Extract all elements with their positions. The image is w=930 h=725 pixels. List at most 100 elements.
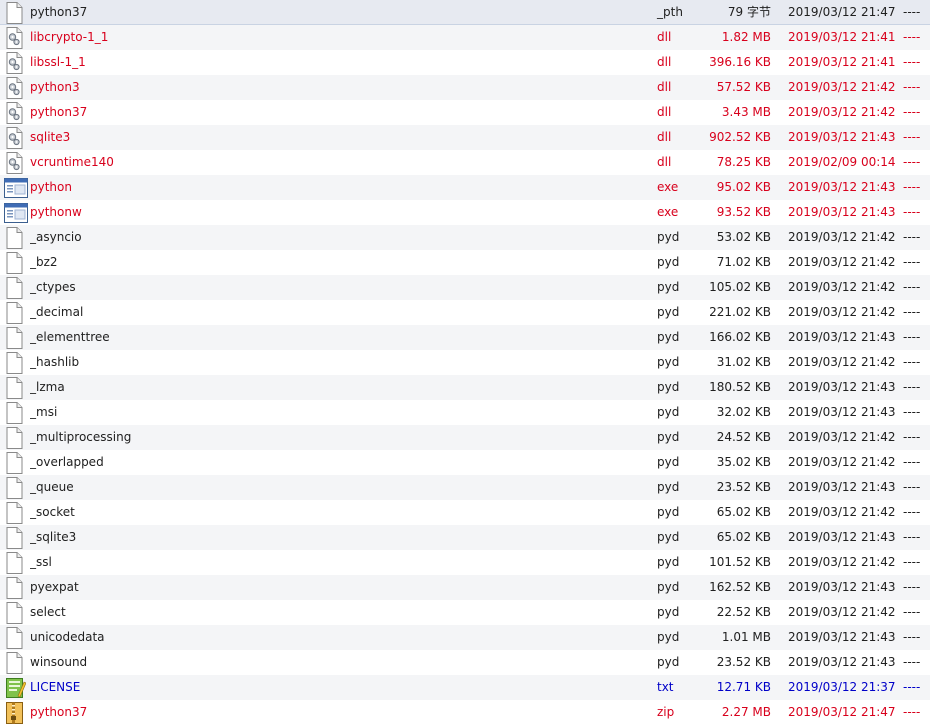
file-name: _bz2 bbox=[30, 255, 58, 269]
file-size: 162.52 KB bbox=[709, 580, 771, 594]
file-attributes: ---- bbox=[903, 405, 921, 419]
file-date: 2019/03/12 21:43 bbox=[788, 180, 896, 194]
exe-icon bbox=[4, 200, 28, 225]
file-name: _elementtree bbox=[30, 330, 110, 344]
file-row[interactable]: _elementtree pyd 166.02 KB 2019/03/12 21… bbox=[0, 325, 930, 350]
exe-icon bbox=[4, 175, 28, 200]
file-attributes: ---- bbox=[903, 205, 921, 219]
file-row[interactable]: libssl-1_1 dll 396.16 KB 2019/03/12 21:4… bbox=[0, 50, 930, 75]
file-size: 221.02 KB bbox=[709, 305, 771, 319]
dll-icon bbox=[4, 125, 26, 150]
file-size: 12.71 KB bbox=[716, 680, 771, 694]
file-row[interactable]: python37 _pth 79 字节 2019/03/12 21:47 ---… bbox=[0, 0, 930, 25]
file-size: 105.02 KB bbox=[709, 280, 771, 294]
file-date: 2019/03/12 21:42 bbox=[788, 430, 896, 444]
file-date: 2019/03/12 21:42 bbox=[788, 305, 896, 319]
file-name: python37 bbox=[30, 705, 88, 719]
file-name: _sqlite3 bbox=[30, 530, 77, 544]
file-row[interactable]: _msi pyd 32.02 KB 2019/03/12 21:43 ---- bbox=[0, 400, 930, 425]
file-row[interactable]: _bz2 pyd 71.02 KB 2019/03/12 21:42 ---- bbox=[0, 250, 930, 275]
file-icon bbox=[4, 400, 26, 425]
file-row[interactable]: select pyd 22.52 KB 2019/03/12 21:42 ---… bbox=[0, 600, 930, 625]
file-date: 2019/03/12 21:43 bbox=[788, 205, 896, 219]
file-row[interactable]: libcrypto-1_1 dll 1.82 MB 2019/03/12 21:… bbox=[0, 25, 930, 50]
file-name: _asyncio bbox=[30, 230, 82, 244]
file-attributes: ---- bbox=[903, 180, 921, 194]
file-attributes: ---- bbox=[903, 105, 921, 119]
file-size: 93.52 KB bbox=[716, 205, 771, 219]
file-name: _ssl bbox=[30, 555, 52, 569]
file-date: 2019/03/12 21:41 bbox=[788, 55, 896, 69]
file-row[interactable]: _asyncio pyd 53.02 KB 2019/03/12 21:42 -… bbox=[0, 225, 930, 250]
file-size: 22.52 KB bbox=[716, 605, 771, 619]
file-row[interactable]: _multiprocessing pyd 24.52 KB 2019/03/12… bbox=[0, 425, 930, 450]
file-size: 2.27 MB bbox=[721, 705, 771, 719]
dll-icon bbox=[4, 100, 26, 125]
file-row[interactable]: LICENSE txt 12.71 KB 2019/03/12 21:37 --… bbox=[0, 675, 930, 700]
file-attributes: ---- bbox=[903, 680, 921, 694]
file-size: 65.02 KB bbox=[716, 530, 771, 544]
file-size: 32.02 KB bbox=[716, 405, 771, 419]
file-size: 166.02 KB bbox=[709, 330, 771, 344]
file-icon bbox=[4, 325, 26, 350]
file-row[interactable]: sqlite3 dll 902.52 KB 2019/03/12 21:43 -… bbox=[0, 125, 930, 150]
file-name: LICENSE bbox=[30, 680, 81, 694]
file-name: _lzma bbox=[30, 380, 65, 394]
file-row[interactable]: _lzma pyd 180.52 KB 2019/03/12 21:43 ---… bbox=[0, 375, 930, 400]
file-name: python3 bbox=[30, 80, 80, 94]
file-date: 2019/03/12 21:43 bbox=[788, 580, 896, 594]
file-row[interactable]: _decimal pyd 221.02 KB 2019/03/12 21:42 … bbox=[0, 300, 930, 325]
file-row[interactable]: _queue pyd 23.52 KB 2019/03/12 21:43 ---… bbox=[0, 475, 930, 500]
file-attributes: ---- bbox=[903, 255, 921, 269]
file-icon bbox=[4, 0, 26, 25]
file-size: 95.02 KB bbox=[716, 180, 771, 194]
file-row[interactable]: _sqlite3 pyd 65.02 KB 2019/03/12 21:43 -… bbox=[0, 525, 930, 550]
file-date: 2019/02/09 00:14 bbox=[788, 155, 896, 169]
file-size: 71.02 KB bbox=[716, 255, 771, 269]
file-icon bbox=[4, 225, 26, 250]
dll-icon bbox=[4, 50, 26, 75]
file-row[interactable]: python3 dll 57.52 KB 2019/03/12 21:42 --… bbox=[0, 75, 930, 100]
file-icon bbox=[4, 450, 26, 475]
txt-icon bbox=[4, 675, 26, 700]
file-list[interactable]: python37 _pth 79 字节 2019/03/12 21:47 ---… bbox=[0, 0, 930, 725]
file-attributes: ---- bbox=[903, 430, 921, 444]
file-row[interactable]: _ctypes pyd 105.02 KB 2019/03/12 21:42 -… bbox=[0, 275, 930, 300]
file-row[interactable]: _hashlib pyd 31.02 KB 2019/03/12 21:42 -… bbox=[0, 350, 930, 375]
dll-icon bbox=[4, 25, 26, 50]
file-size: 35.02 KB bbox=[716, 455, 771, 469]
file-size: 53.02 KB bbox=[716, 230, 771, 244]
file-date: 2019/03/12 21:43 bbox=[788, 530, 896, 544]
file-attributes: ---- bbox=[903, 55, 921, 69]
file-date: 2019/03/12 21:43 bbox=[788, 480, 896, 494]
file-icon bbox=[4, 575, 26, 600]
file-row[interactable]: pyexpat pyd 162.52 KB 2019/03/12 21:43 -… bbox=[0, 575, 930, 600]
file-size: 65.02 KB bbox=[716, 505, 771, 519]
file-icon bbox=[4, 425, 26, 450]
file-row[interactable]: _overlapped pyd 35.02 KB 2019/03/12 21:4… bbox=[0, 450, 930, 475]
file-date: 2019/03/12 21:43 bbox=[788, 405, 896, 419]
file-date: 2019/03/12 21:43 bbox=[788, 380, 896, 394]
file-row[interactable]: vcruntime140 dll 78.25 KB 2019/02/09 00:… bbox=[0, 150, 930, 175]
file-date: 2019/03/12 21:47 bbox=[788, 5, 896, 19]
file-name: _hashlib bbox=[30, 355, 80, 369]
file-date: 2019/03/12 21:43 bbox=[788, 630, 896, 644]
file-row[interactable]: pythonw exe 93.52 KB 2019/03/12 21:43 --… bbox=[0, 200, 930, 225]
file-row[interactable]: python37 zip 2.27 MB 2019/03/12 21:47 --… bbox=[0, 700, 930, 725]
file-icon bbox=[4, 275, 26, 300]
file-row[interactable]: python exe 95.02 KB 2019/03/12 21:43 ---… bbox=[0, 175, 930, 200]
file-name: pythonw bbox=[30, 205, 82, 219]
file-row[interactable]: python37 dll 3.43 MB 2019/03/12 21:42 --… bbox=[0, 100, 930, 125]
file-name: _decimal bbox=[30, 305, 84, 319]
file-row[interactable]: winsound pyd 23.52 KB 2019/03/12 21:43 -… bbox=[0, 650, 930, 675]
file-attributes: ---- bbox=[903, 5, 921, 19]
file-date: 2019/03/12 21:42 bbox=[788, 455, 896, 469]
file-attributes: ---- bbox=[903, 480, 921, 494]
file-row[interactable]: _ssl pyd 101.52 KB 2019/03/12 21:42 ---- bbox=[0, 550, 930, 575]
file-date: 2019/03/12 21:37 bbox=[788, 680, 896, 694]
file-row[interactable]: _socket pyd 65.02 KB 2019/03/12 21:42 --… bbox=[0, 500, 930, 525]
file-icon bbox=[4, 475, 26, 500]
file-attributes: ---- bbox=[903, 230, 921, 244]
file-name: libssl-1_1 bbox=[30, 55, 86, 69]
file-row[interactable]: unicodedata pyd 1.01 MB 2019/03/12 21:43… bbox=[0, 625, 930, 650]
